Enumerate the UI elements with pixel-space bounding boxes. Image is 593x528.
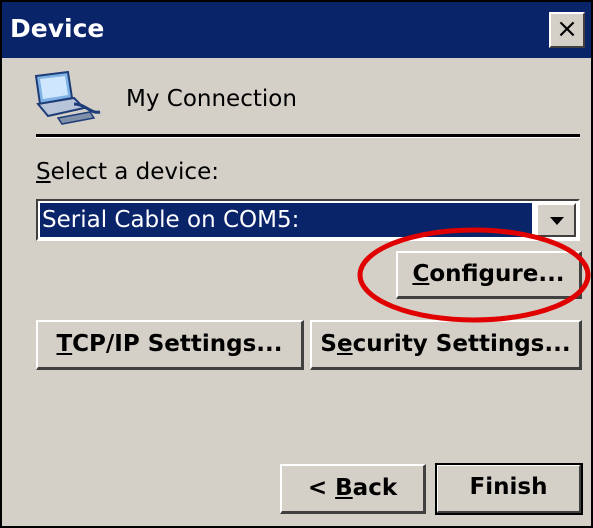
network-connection-icon <box>34 70 101 125</box>
close-icon: × <box>556 14 578 44</box>
select-device-label: Select a device: <box>36 157 219 187</box>
finish-label: Finish <box>469 474 548 500</box>
select-label-text: elect a device: <box>50 159 219 185</box>
device-dialog: Device × My Connection Select a device: … <box>0 0 593 528</box>
configure-label: onfigure... <box>429 261 565 287</box>
window-title: Device <box>10 14 105 43</box>
select-label-mnemonic: S <box>36 159 51 185</box>
title-bar[interactable]: Device × <box>2 2 591 58</box>
back-mnemonic: B <box>335 475 353 501</box>
security-mnemonic: e <box>336 331 353 357</box>
security-settings-button[interactable]: Security Settings... <box>310 320 582 370</box>
back-button[interactable]: < Back <box>280 464 426 514</box>
finish-button[interactable]: Finish <box>435 463 583 515</box>
configure-button[interactable]: Configure... <box>396 251 582 299</box>
security-label-pre: S <box>320 331 337 357</box>
close-button[interactable]: × <box>549 12 585 48</box>
separator <box>36 134 580 138</box>
device-select[interactable]: Serial Cable on COM5: <box>36 199 580 241</box>
device-select-value[interactable]: Serial Cable on COM5: <box>40 203 532 237</box>
connection-name: My Connection <box>126 86 297 112</box>
tcpip-mnemonic: T <box>56 331 73 357</box>
dropdown-button[interactable] <box>536 203 576 237</box>
tcpip-settings-button[interactable]: TCP/IP Settings... <box>36 320 304 370</box>
chevron-down-icon <box>550 217 564 225</box>
back-label-pre: < <box>307 475 336 501</box>
security-label: curity Settings... <box>352 331 571 357</box>
configure-mnemonic: C <box>412 261 430 287</box>
tcpip-label: CP/IP Settings... <box>72 331 283 357</box>
back-label: ack <box>352 475 398 501</box>
